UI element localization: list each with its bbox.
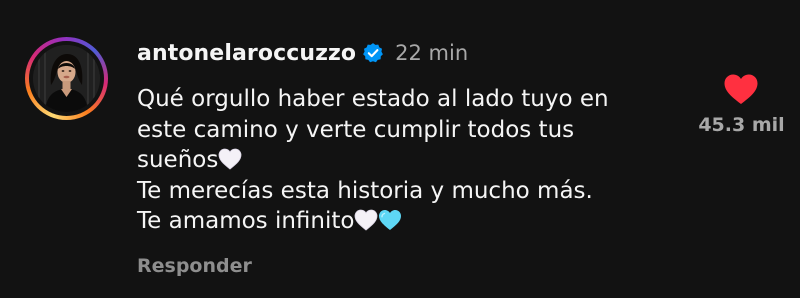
username[interactable]: antonelaroccuzzo — [137, 41, 356, 66]
comment-line-text: sueños — [137, 147, 219, 174]
white-heart-emoji-icon — [354, 209, 378, 231]
comment-line: Qué orgullo haber estado al lado tuyo en — [137, 84, 697, 115]
comment-line: este camino y verte cumplir todos tus — [137, 115, 697, 146]
avatar-story-ring[interactable] — [25, 37, 108, 120]
comment: antonelaroccuzzo 22 min Qué orgullo habe… — [0, 0, 800, 298]
comment-header: antonelaroccuzzo 22 min — [137, 36, 468, 70]
comment-timestamp: 22 min — [395, 41, 469, 65]
comment-line: Te amamos infinito — [137, 206, 697, 237]
heart-filled-icon[interactable] — [723, 73, 759, 105]
avatar[interactable] — [33, 45, 100, 112]
verified-badge-icon — [362, 42, 384, 64]
comment-line-text: Qué orgullo haber estado al lado tuyo en — [137, 86, 609, 112]
avatar-photo — [33, 45, 100, 112]
comment-line: sueños — [137, 145, 697, 176]
avatar-ring-gap — [29, 41, 104, 116]
comment-line-text: este camino y verte cumplir todos tus — [137, 116, 575, 143]
reply-button[interactable]: Responder — [137, 255, 252, 277]
comment-line: Te merecías esta historia y mucho más. — [137, 176, 697, 207]
light-blue-heart-emoji-icon — [378, 209, 402, 231]
white-heart-emoji-icon — [218, 148, 242, 170]
comment-text: Qué orgullo haber estado al lado tuyo en… — [137, 84, 697, 237]
like-count: 45.3 mil — [698, 114, 785, 136]
comment-line-text: Te amamos infinito — [137, 208, 355, 235]
comment-line-text: Te merecías esta historia y mucho más. — [137, 177, 593, 204]
